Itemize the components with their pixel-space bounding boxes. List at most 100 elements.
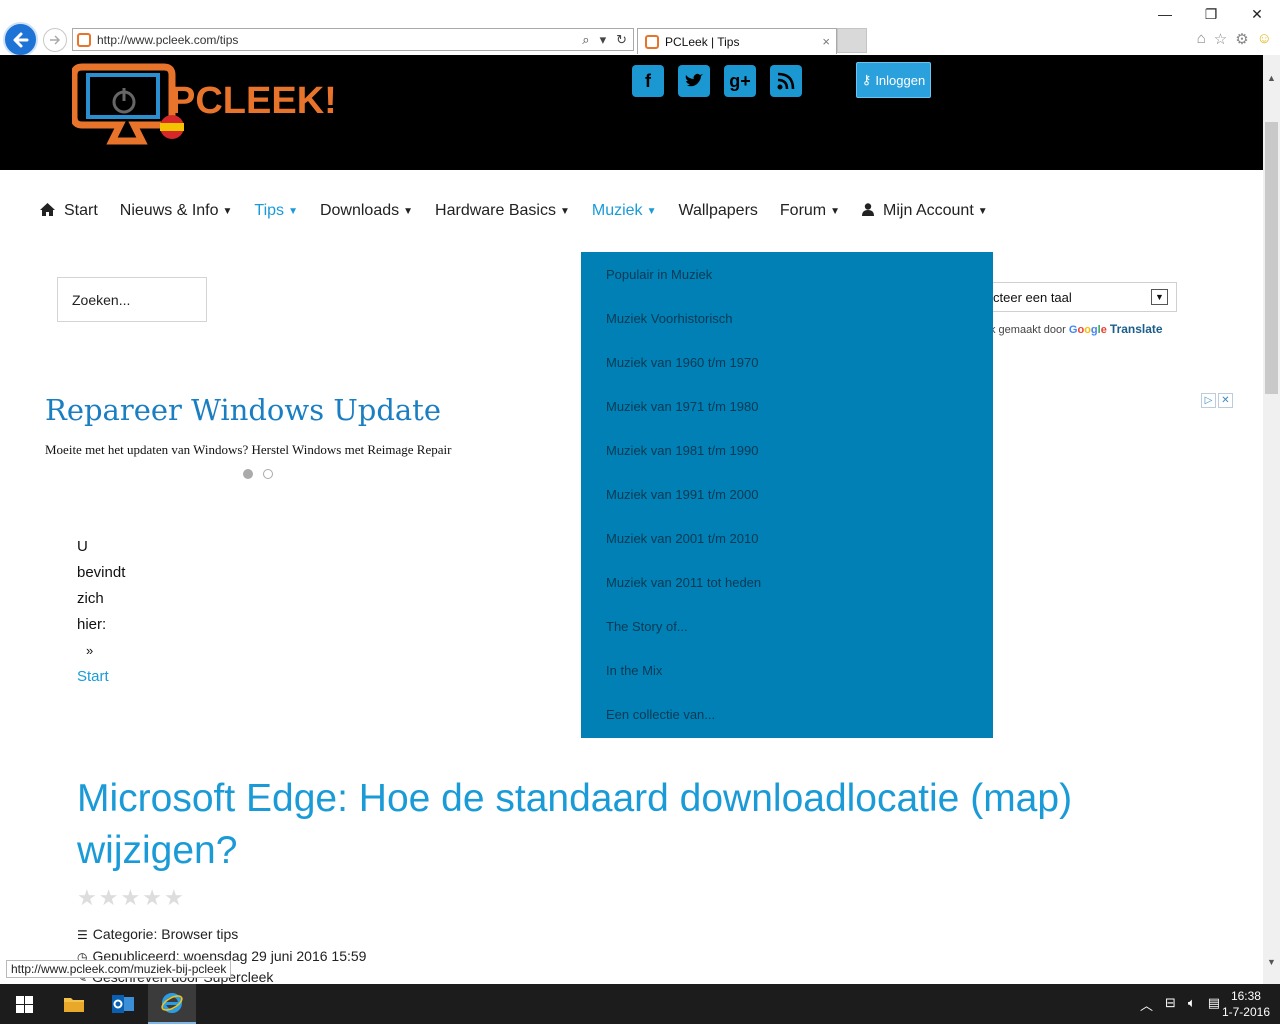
home-icon[interactable]: ⌂: [1197, 30, 1206, 48]
favorites-star-icon[interactable]: ☆: [1214, 30, 1227, 48]
page-scrollbar[interactable]: ▲ ▼: [1263, 55, 1280, 984]
tab-close-icon[interactable]: ×: [822, 34, 836, 49]
article-title[interactable]: Microsoft Edge: Hoe de standaard downloa…: [77, 773, 1177, 877]
dropdown-item[interactable]: Muziek van 2001 t/m 2010: [581, 527, 993, 571]
new-tab-button[interactable]: [837, 28, 867, 53]
start-button[interactable]: [0, 984, 48, 1024]
notifications-icon[interactable]: ▤: [1208, 995, 1220, 1014]
address-url[interactable]: http://www.pcleek.com/tips: [97, 33, 582, 47]
muziek-dropdown-menu: Populair in Muziek Muziek Voorhistorisch…: [581, 252, 993, 738]
search-input[interactable]: Zoeken...: [57, 277, 207, 322]
outlook-app[interactable]: [99, 984, 147, 1024]
windows-logo-icon: [15, 995, 33, 1013]
chevron-down-icon: ▼: [830, 205, 841, 217]
nav-item-downloads[interactable]: Downloads ▼: [320, 202, 413, 220]
star-rating[interactable]: ★ ★ ★ ★ ★: [77, 885, 184, 911]
ad-dot-1[interactable]: [243, 469, 253, 479]
main-nav: Start Nieuws & Info ▼ Tips ▼ Downloads ▼ Ha…: [40, 200, 1010, 222]
googleplus-icon[interactable]: g+: [724, 65, 756, 97]
chevron-down-icon: ▼: [288, 205, 298, 217]
internet-explorer-app[interactable]: [148, 984, 196, 1024]
taskbar-clock[interactable]: 16:38 1-7-2016: [1222, 988, 1270, 1020]
language-select[interactable]: cteer een taal ▼: [980, 282, 1177, 312]
nav-item-wallpapers[interactable]: Wallpapers: [678, 202, 757, 220]
network-icon[interactable]: ⊟: [1165, 995, 1176, 1014]
dropdown-item[interactable]: Muziek van 1981 t/m 1990: [581, 439, 993, 483]
ad-choices: ▷ ✕: [1201, 393, 1233, 408]
outlook-icon: [112, 995, 134, 1013]
translate-link[interactable]: Translate: [1110, 322, 1163, 336]
feedback-smiley-icon[interactable]: ☺: [1257, 30, 1272, 48]
ad-pagination: [243, 469, 273, 479]
nav-item-mijn-account[interactable]: Mijn Account ▼: [862, 202, 988, 220]
star-icon[interactable]: ★: [77, 885, 97, 911]
star-icon[interactable]: ★: [99, 885, 119, 911]
clock-date: 1-7-2016: [1221, 1005, 1270, 1019]
ad-text[interactable]: Moeite met het updaten van Windows? Hers…: [45, 442, 451, 458]
login-button[interactable]: ⚷ Inloggen: [856, 62, 931, 98]
site-favicon-icon: [77, 32, 91, 47]
breadcrumb-separator-icon: »: [86, 643, 94, 658]
nav-item-hardware-basics[interactable]: Hardware Basics ▼: [435, 202, 570, 220]
dropdown-item[interactable]: In the Mix: [581, 659, 993, 703]
forward-button[interactable]: [43, 28, 67, 52]
search-placeholder: Zoeken...: [72, 291, 131, 308]
back-button[interactable]: [3, 22, 38, 57]
rss-icon[interactable]: [770, 65, 802, 97]
dropdown-chevron-icon[interactable]: ▾: [600, 32, 607, 48]
file-explorer-app[interactable]: [50, 984, 98, 1024]
article-category: ☰ Categorie: Browser tips: [77, 926, 239, 942]
scroll-thumb[interactable]: [1265, 122, 1278, 394]
settings-gear-icon[interactable]: ⚙: [1235, 30, 1248, 48]
site-header: PCLEEK! f g+ ⚷ Inloggen: [0, 55, 1263, 170]
dropdown-item[interactable]: Muziek van 1971 t/m 1980: [581, 395, 993, 439]
dropdown-item[interactable]: Muziek Voorhistorisch: [581, 307, 993, 351]
language-select-label: cteer een taal: [993, 289, 1072, 305]
ad-title[interactable]: Repareer Windows Update: [45, 393, 441, 427]
star-icon[interactable]: ★: [164, 885, 184, 911]
search-icon[interactable]: ⌕: [582, 32, 589, 48]
back-arrow-icon: [13, 32, 28, 47]
pcleek-logo[interactable]: PCLEEK!: [70, 57, 344, 157]
tab-favicon-icon: [645, 34, 659, 49]
scroll-down-arrow-icon[interactable]: ▼: [1263, 953, 1280, 970]
pcleek-logo-graphic: PCLEEK!: [70, 63, 337, 145]
dropdown-item[interactable]: Muziek van 2011 tot heden: [581, 571, 993, 615]
dropdown-item[interactable]: Muziek van 1960 t/m 1970: [581, 351, 993, 395]
chevron-down-icon[interactable]: ▼: [1151, 289, 1168, 305]
restore-button[interactable]: ❐: [1188, 0, 1234, 28]
dropdown-item[interactable]: Muziek van 1991 t/m 2000: [581, 483, 993, 527]
star-icon[interactable]: ★: [120, 885, 140, 911]
ad-close-icon[interactable]: ✕: [1218, 393, 1233, 408]
windows-taskbar: ︿ ⊟ 🔈︎ ▤ 16:38 1-7-2016: [0, 984, 1280, 1024]
nav-item-muziek[interactable]: Muziek ▼: [592, 202, 657, 220]
nav-item-nieuws-info[interactable]: Nieuws & Info ▼: [120, 202, 233, 220]
chevron-up-icon[interactable]: ︿: [1140, 995, 1153, 1014]
minimize-button[interactable]: —: [1142, 0, 1188, 28]
ad-dot-2[interactable]: [263, 469, 273, 479]
forward-arrow-icon: [50, 35, 61, 45]
refresh-icon[interactable]: ↻: [616, 32, 627, 48]
chevron-down-icon: ▼: [977, 205, 988, 217]
nav-item-tips[interactable]: Tips ▼: [254, 202, 298, 220]
scroll-up-arrow-icon[interactable]: ▲: [1263, 69, 1280, 86]
dropdown-item[interactable]: Een collectie van...: [581, 703, 993, 747]
window-controls: — ❐ ✕: [1142, 0, 1280, 28]
browser-chrome: — ❐ ✕ http://www.pcleek.com/tips ⌕ ▾ ↻ P…: [0, 0, 1280, 57]
breadcrumb-link-start[interactable]: Start: [77, 664, 137, 690]
volume-icon[interactable]: 🔈︎: [1188, 995, 1196, 1014]
nav-item-start[interactable]: Start: [40, 202, 98, 220]
address-bar[interactable]: http://www.pcleek.com/tips ⌕ ▾ ↻: [72, 28, 634, 51]
browser-tab[interactable]: PCLeek | Tips ×: [637, 28, 837, 54]
star-icon[interactable]: ★: [142, 885, 162, 911]
tab-title: PCLeek | Tips: [665, 34, 740, 49]
close-window-button[interactable]: ✕: [1234, 0, 1280, 28]
nav-item-forum[interactable]: Forum ▼: [780, 202, 840, 220]
adchoices-icon[interactable]: ▷: [1201, 393, 1216, 408]
home-icon: [40, 203, 55, 219]
facebook-icon[interactable]: f: [632, 65, 664, 97]
dropdown-item[interactable]: Populair in Muziek: [581, 263, 993, 307]
dropdown-item[interactable]: The Story of...: [581, 615, 993, 659]
twitter-icon[interactable]: [678, 65, 710, 97]
logo-text: PCLEEK!: [170, 80, 337, 122]
